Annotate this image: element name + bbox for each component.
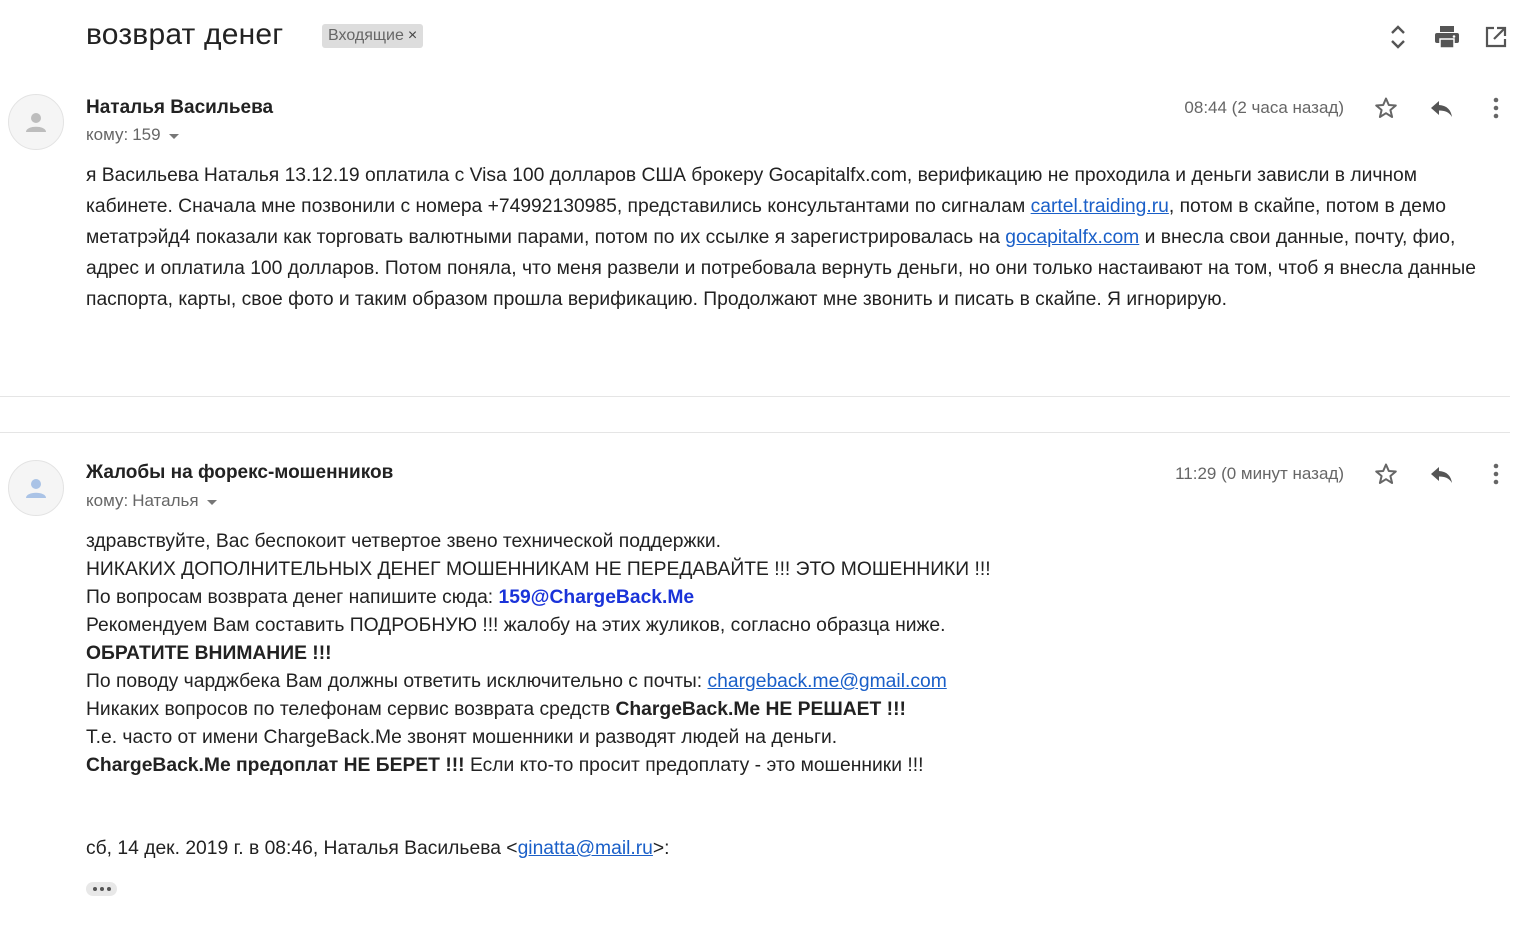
body-link[interactable]: cartel.traiding.ru <box>1031 196 1169 217</box>
open-in-new-window-icon[interactable] <box>1479 20 1513 54</box>
body-line: здравствуйте, Вас беспокоит четвертое зв… <box>86 531 721 552</box>
body-line: ChargeBack.Me предоплат НЕ БЕРЕТ !!! Есл… <box>86 752 1506 780</box>
sender-avatar[interactable] <box>8 460 64 516</box>
more-vertical-icon[interactable] <box>1479 91 1513 125</box>
expand-collapse-icon[interactable] <box>1381 20 1415 54</box>
body-line: По вопросам возврата денег напишите сюда… <box>86 584 1506 612</box>
body-bold-text: ChargeBack.Me предоплат НЕ БЕРЕТ !!! <box>86 755 465 776</box>
email-subject: возврат денег <box>86 18 284 51</box>
body-line: НИКАКИХ ДОПОЛНИТЕЛЬНЫХ ДЕНЕГ МОШЕННИКАМ … <box>86 559 991 580</box>
recipients-line: кому: 159 <box>86 125 179 145</box>
sender-avatar[interactable] <box>8 94 64 150</box>
reply-icon[interactable] <box>1424 91 1458 125</box>
print-icon[interactable] <box>1430 20 1464 54</box>
to-prefix: кому: <box>86 125 129 144</box>
chevron-down-icon[interactable] <box>168 133 179 139</box>
show-trimmed-content-button[interactable] <box>86 882 117 896</box>
body-bold-text: ChargeBack.Me НЕ РЕШАЕТ !!! <box>615 699 906 720</box>
body-text: По вопросам возврата денег напишите сюда… <box>86 587 499 608</box>
star-icon[interactable] <box>1369 91 1403 125</box>
body-line: Никаких вопросов по телефонам сервис воз… <box>86 696 1506 724</box>
reply-icon[interactable] <box>1424 457 1458 491</box>
divider <box>0 432 1510 433</box>
body-line: Рекомендуем Вам составить ПОДРОБНУЮ !!! … <box>86 615 946 636</box>
message-body: я Васильева Наталья 13.12.19 оплатила с … <box>86 160 1506 315</box>
star-icon[interactable] <box>1369 457 1403 491</box>
more-vertical-icon[interactable] <box>1479 457 1513 491</box>
sender-name[interactable]: Жалобы на форекс-мошенников <box>86 462 393 484</box>
chargeback-email-link[interactable]: chargeback.me@gmail.com <box>708 671 947 692</box>
recipient-name: Наталья <box>132 491 199 510</box>
quoted-header: сб, 14 дек. 2019 г. в 08:46, Наталья Вас… <box>86 838 670 860</box>
body-text: По поводу чарджбека Вам должны ответить … <box>86 671 708 692</box>
sender-name[interactable]: Наталья Васильева <box>86 97 273 119</box>
person-icon <box>26 113 46 132</box>
chevron-down-icon[interactable] <box>206 499 217 505</box>
body-text: Никаких вопросов по телефонам сервис воз… <box>86 699 616 720</box>
body-line: ОБРАТИТЕ ВНИМАНИЕ !!! <box>86 643 332 664</box>
ellipsis-icon <box>92 887 97 891</box>
message-body: здравствуйте, Вас беспокоит четвертое зв… <box>86 528 1506 780</box>
inbox-label-chip: Входящие × <box>322 24 424 48</box>
message-time: 08:44 (2 часа назад) <box>1184 98 1344 117</box>
divider <box>0 396 1510 397</box>
message-time: 11:29 (0 минут назад) <box>1175 464 1344 483</box>
body-line: Т.е. часто от имени ChargeBack.Me звонят… <box>86 727 838 748</box>
body-link[interactable]: gocapitalfx.com <box>1005 227 1139 248</box>
support-email[interactable]: 159@ChargeBack.Me <box>499 587 695 608</box>
inbox-label-text: Входящие <box>328 27 404 44</box>
person-icon <box>26 479 46 498</box>
to-prefix: кому: <box>86 491 129 510</box>
recipients-line: кому: Наталья <box>86 491 217 511</box>
body-line: По поводу чарджбека Вам должны ответить … <box>86 668 1506 696</box>
recipient-name: 159 <box>132 125 161 144</box>
quote-suffix: >: <box>652 838 670 859</box>
quoted-sender-email[interactable]: ginatta@mail.ru <box>518 838 653 859</box>
quote-prefix: сб, 14 дек. 2019 г. в 08:46, Наталья Вас… <box>86 838 518 859</box>
remove-label-button[interactable]: × <box>408 24 417 48</box>
body-text: Если кто-то просит предоплату - это моше… <box>464 755 924 776</box>
